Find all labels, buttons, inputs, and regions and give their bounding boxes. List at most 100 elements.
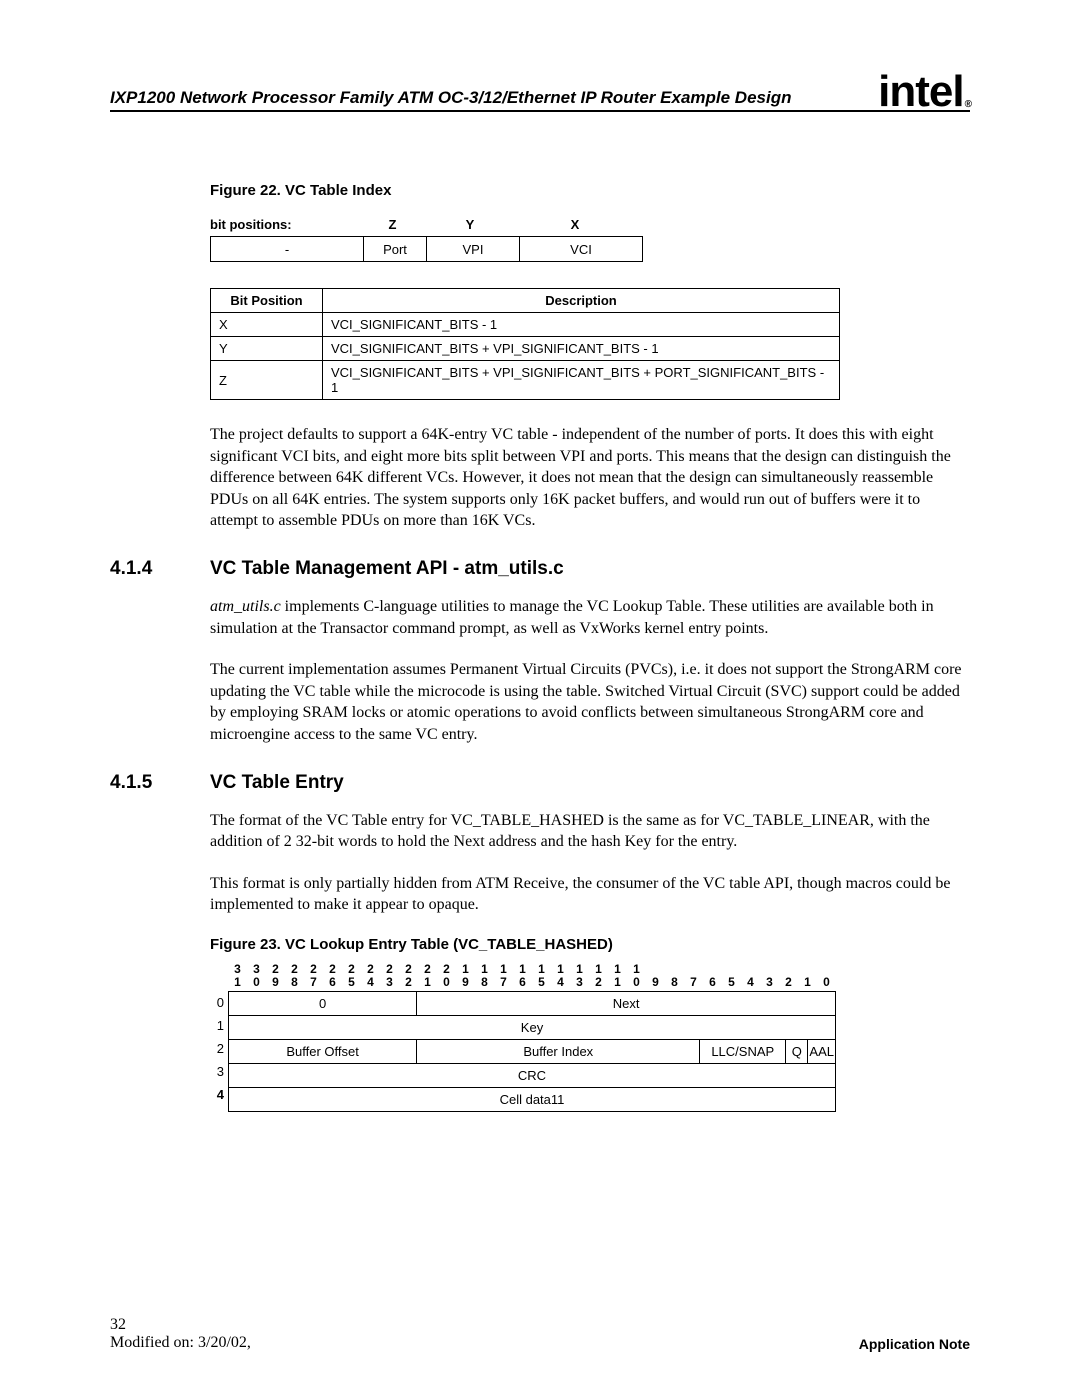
bit-column: 1	[798, 963, 817, 989]
bit-column: 6	[703, 963, 722, 989]
footer-left: 32 Modified on: 3/20/02,	[110, 1316, 251, 1352]
figure-23-caption: Figure 23. VC Lookup Entry Table (VC_TAB…	[210, 936, 970, 953]
cell-next: Next	[417, 992, 836, 1016]
bit-column: 27	[304, 963, 323, 989]
document-running-title: IXP1200 Network Processor Family ATM OC-…	[110, 88, 791, 108]
section-title: VC Table Entry	[210, 772, 344, 794]
cell-pos: X	[211, 313, 323, 337]
table-row: X VCI_SIGNIFICANT_BITS - 1	[211, 313, 840, 337]
cell-crc: CRC	[229, 1064, 836, 1088]
row-label: 1	[210, 1014, 228, 1037]
row-label: 2	[210, 1037, 228, 1060]
bit-column: 2	[779, 963, 798, 989]
row-number-column: 0 1 2 3 4	[210, 991, 228, 1112]
figure-22-caption: Figure 22. VC Table Index	[210, 182, 970, 199]
paragraph: atm_utils.c implements C-language utilit…	[210, 596, 970, 639]
cell-key: Key	[229, 1016, 836, 1040]
bit-column: 20	[437, 963, 456, 989]
cell-pos: Z	[211, 361, 323, 400]
cell-llc-snap: LLC/SNAP	[700, 1040, 786, 1064]
table-row: Key	[229, 1016, 836, 1040]
cell-buffer-offset: Buffer Offset	[229, 1040, 417, 1064]
paragraph: The current implementation assumes Perma…	[210, 659, 970, 745]
bit-column: 10	[627, 963, 646, 989]
bit-positions-row: bit positions: Z Y X	[210, 217, 970, 232]
bit-column: 24	[361, 963, 380, 989]
table-row: CRC	[229, 1064, 836, 1088]
bit-column: 0	[817, 963, 836, 989]
cell-vpi: VPI	[427, 237, 520, 262]
paragraph: This format is only partially hidden fro…	[210, 873, 970, 916]
table-row: Z VCI_SIGNIFICANT_BITS + VPI_SIGNIFICANT…	[211, 361, 840, 400]
bit-column: 12	[589, 963, 608, 989]
vc-lookup-entry-table: 0 1 2 3 4 0 Next Key Buffer Offset Buffe…	[210, 991, 970, 1112]
cell-aal: AAL	[808, 1040, 836, 1064]
bit-column: 11	[608, 963, 627, 989]
bit-column: 23	[380, 963, 399, 989]
section-heading-414: 4.1.4 VC Table Management API - atm_util…	[110, 558, 970, 580]
bit-column: 15	[532, 963, 551, 989]
bit-positions-label: bit positions:	[210, 217, 360, 232]
logo-text: intel	[878, 67, 963, 116]
table-row: 0 Next	[229, 992, 836, 1016]
bit-column: 7	[684, 963, 703, 989]
bit-column: 4	[741, 963, 760, 989]
modified-date: Modified on: 3/20/02,	[110, 1334, 251, 1351]
section-number: 4.1.4	[110, 558, 210, 580]
page-number: 32	[110, 1316, 126, 1333]
paragraph-rest: implements C-language utilities to manag…	[210, 598, 934, 637]
footer-right: Application Note	[859, 1336, 970, 1352]
cell-vci: VCI	[520, 237, 643, 262]
bit-column: 26	[323, 963, 342, 989]
bit-column: 9	[646, 963, 665, 989]
bit-label-y: Y	[425, 217, 515, 232]
bit-label-x: X	[515, 217, 635, 232]
bit-column: 22	[399, 963, 418, 989]
page: IXP1200 Network Processor Family ATM OC-…	[0, 0, 1080, 1397]
bit-column: 5	[722, 963, 741, 989]
bit-column: 19	[456, 963, 475, 989]
registered-mark: ®	[965, 99, 971, 110]
bit-column: 14	[551, 963, 570, 989]
page-header: IXP1200 Network Processor Family ATM OC-…	[110, 70, 970, 112]
bit-column: 31	[228, 963, 247, 989]
intel-logo: intel®	[878, 70, 970, 114]
bit-column: 28	[285, 963, 304, 989]
row-label: 4	[210, 1083, 228, 1106]
bit-column: 16	[513, 963, 532, 989]
page-footer: 32 Modified on: 3/20/02, Application Not…	[110, 1316, 970, 1352]
table-row: Y VCI_SIGNIFICANT_BITS + VPI_SIGNIFICANT…	[211, 337, 840, 361]
cell-cell-data: Cell data11	[229, 1088, 836, 1112]
th-description: Description	[323, 289, 840, 313]
table-row: Cell data11	[229, 1088, 836, 1112]
bit-column: 25	[342, 963, 361, 989]
section-number: 4.1.5	[110, 772, 210, 794]
cell-buffer-index: Buffer Index	[417, 1040, 700, 1064]
bit-column: 18	[475, 963, 494, 989]
table-row: Buffer Offset Buffer Index LLC/SNAP Q AA…	[229, 1040, 836, 1064]
cell-zero: 0	[229, 992, 417, 1016]
th-bit-position: Bit Position	[211, 289, 323, 313]
bit-column: 30	[247, 963, 266, 989]
cell-port: Port	[364, 237, 427, 262]
cell-desc: VCI_SIGNIFICANT_BITS - 1	[323, 313, 840, 337]
cell-pos: Y	[211, 337, 323, 361]
bit-column: 17	[494, 963, 513, 989]
section-heading-415: 4.1.5 VC Table Entry	[110, 772, 970, 794]
paragraph: The format of the VC Table entry for VC_…	[210, 810, 970, 853]
bit-label-z: Z	[360, 217, 425, 232]
bit-column: 3	[760, 963, 779, 989]
bit-column: 29	[266, 963, 285, 989]
cell-q: Q	[786, 1040, 808, 1064]
lookup-grid: 0 Next Key Buffer Offset Buffer Index LL…	[228, 991, 836, 1112]
bit-column: 21	[418, 963, 437, 989]
cell-desc: VCI_SIGNIFICANT_BITS + VPI_SIGNIFICANT_B…	[323, 361, 840, 400]
section-title: VC Table Management API - atm_utils.c	[210, 558, 564, 580]
row-label: 0	[210, 991, 228, 1014]
cell-desc: VCI_SIGNIFICANT_BITS + VPI_SIGNIFICANT_B…	[323, 337, 840, 361]
content-area: Figure 22. VC Table Index bit positions:…	[210, 182, 970, 1112]
italic-filename: atm_utils.c	[210, 598, 281, 615]
port-vpi-vci-table: - Port VPI VCI	[210, 236, 643, 262]
bit-column: 8	[665, 963, 684, 989]
bit-column-header: 3130292827262524232221201918171615141312…	[228, 963, 970, 989]
